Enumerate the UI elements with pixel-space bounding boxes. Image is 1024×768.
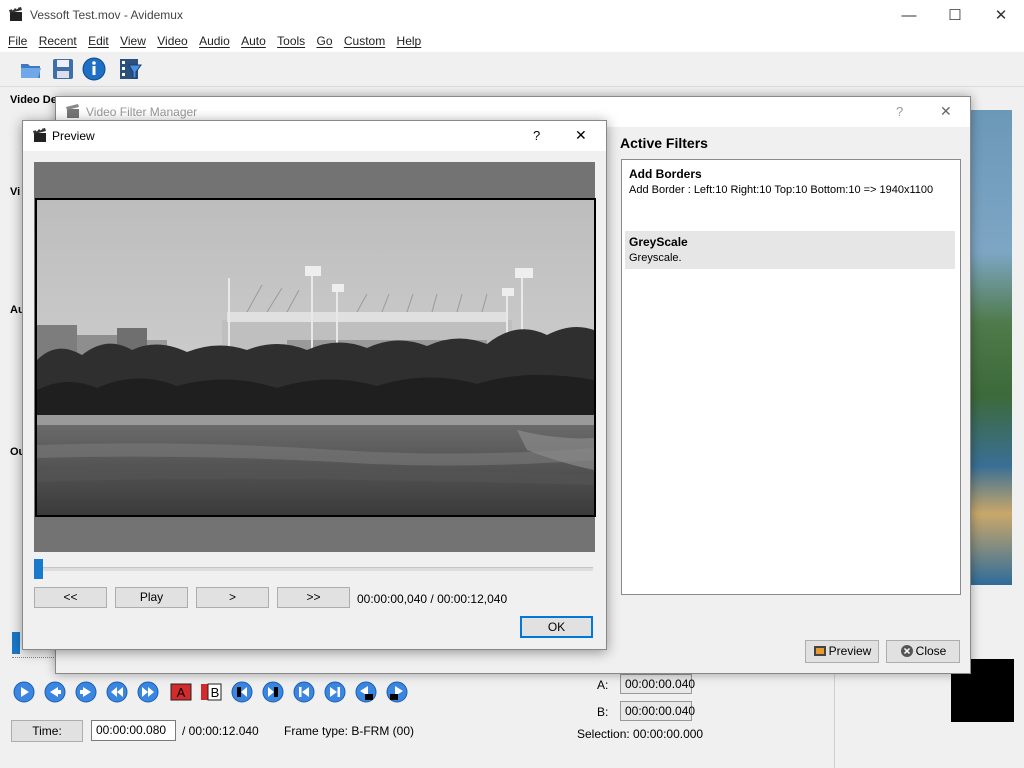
window-title: Vessoft Test.mov - Avidemux (30, 8, 183, 22)
vfm-close-button[interactable]: Close (886, 640, 960, 663)
go-to-marker-a-icon[interactable] (231, 681, 253, 703)
vfm-help-button[interactable]: ? (896, 104, 903, 119)
play-icon[interactable] (13, 681, 35, 703)
preview-title: Preview (52, 129, 95, 143)
preview-ok-button[interactable]: OK (520, 616, 593, 638)
preview-help-button[interactable]: ? (533, 128, 540, 143)
preview-rewind-button[interactable]: << (34, 587, 107, 608)
preview-play-button[interactable]: Play (115, 587, 188, 608)
panel-divider (834, 672, 835, 768)
frame-type: Frame type: B-FRM (00) (284, 724, 415, 738)
menu-auto[interactable]: Auto (237, 31, 270, 52)
preview-time-readout: 00:00:00,040 / 00:00:12,040 (357, 592, 508, 606)
clapperboard-icon (9, 7, 22, 21)
filter-item-add-borders[interactable]: Add Borders Add Border : Left:10 Right:1… (625, 163, 955, 200)
video-filters-icon[interactable] (117, 56, 143, 82)
marker-b-label: B: (597, 705, 609, 719)
menu-go[interactable]: Go (313, 31, 337, 52)
vfm-close-icon[interactable]: ✕ (940, 103, 952, 120)
previous-black-frame-icon[interactable] (355, 681, 377, 703)
go-to-end-icon[interactable] (324, 681, 346, 703)
filter-description: Greyscale. (629, 252, 682, 264)
menu-file[interactable]: File (4, 31, 31, 52)
video-decoder-label: Video De (10, 94, 57, 106)
video-preview-area (34, 162, 596, 552)
time-input[interactable]: 00:00:00.080 (91, 720, 176, 741)
preview-close-icon[interactable]: ✕ (575, 127, 587, 144)
preview-titlebar: Preview ? ✕ (23, 121, 606, 151)
slider-ticks (12, 657, 54, 660)
vfm-title: Video Filter Manager (86, 105, 198, 119)
svg-text:A: A (177, 685, 186, 700)
menu-tools[interactable]: Tools (273, 31, 309, 52)
video-section-label: Vi (10, 186, 21, 198)
next-frame-icon[interactable] (75, 681, 97, 703)
time-button[interactable]: Time: (11, 720, 83, 742)
menu-recent[interactable]: Recent (35, 31, 81, 52)
preview-seek-handle[interactable] (34, 559, 43, 579)
vfm-preview-label: Preview (828, 644, 872, 658)
filter-item-greyscale[interactable]: GreyScale Greyscale. (625, 231, 955, 269)
close-window-button[interactable]: ✕ (978, 0, 1024, 31)
menu-custom[interactable]: Custom (340, 31, 389, 52)
filter-description: Add Border : Left:10 Right:10 Top:10 Bot… (629, 184, 934, 196)
clapperboard-icon (33, 128, 46, 142)
next-keyframe-icon[interactable] (137, 681, 159, 703)
preview-seek-track[interactable] (37, 567, 593, 571)
open-folder-icon[interactable] (18, 56, 44, 82)
preview-film-icon (813, 646, 826, 656)
go-to-marker-b-icon[interactable] (262, 681, 284, 703)
set-marker-a-icon[interactable]: A (170, 683, 192, 701)
marker-a-label: A: (597, 678, 609, 692)
selection-duration: Selection: 00:00:00.000 (577, 727, 704, 741)
menu-video[interactable]: Video (153, 31, 191, 52)
previous-keyframe-icon[interactable] (106, 681, 128, 703)
close-circle-icon (900, 645, 913, 657)
menu-bar: File Recent Edit View Video Audio Auto T… (0, 31, 1024, 52)
marker-a-value: 00:00:00.040 (620, 674, 695, 694)
vfm-close-label: Close (915, 644, 947, 658)
save-icon[interactable] (50, 56, 76, 82)
minimize-button[interactable]: — (886, 0, 932, 31)
vfm-preview-button[interactable]: Preview (805, 640, 879, 663)
info-icon[interactable] (81, 56, 107, 82)
active-filters-list[interactable]: Add Borders Add Border : Left:10 Right:1… (621, 159, 961, 595)
preview-video-frame (35, 198, 596, 517)
go-to-start-icon[interactable] (293, 681, 315, 703)
svg-text:B: B (211, 685, 220, 700)
menu-help[interactable]: Help (393, 31, 426, 52)
preview-next-frame-button[interactable]: > (196, 587, 269, 608)
active-filters-heading: Active Filters (620, 135, 708, 151)
main-slider-handle[interactable] (12, 632, 20, 654)
previous-frame-icon[interactable] (44, 681, 66, 703)
toolbar (0, 52, 1024, 87)
filter-name: GreyScale (629, 235, 688, 249)
main-titlebar: Vessoft Test.mov - Avidemux — ☐ ✕ (0, 0, 1024, 31)
main-video-preview (969, 110, 1012, 585)
maximize-button[interactable]: ☐ (932, 0, 978, 31)
set-marker-b-icon[interactable]: B (200, 683, 222, 701)
marker-b-value: 00:00:00.040 (620, 701, 695, 721)
preview-dialog: Preview ? ✕ << Play > >> 00:00:00,040 / … (22, 120, 607, 650)
menu-edit[interactable]: Edit (84, 31, 113, 52)
clapperboard-icon (66, 104, 79, 118)
preview-forward-button[interactable]: >> (277, 587, 350, 608)
menu-audio[interactable]: Audio (195, 31, 234, 52)
stadium-river-image (37, 200, 594, 515)
filter-name: Add Borders (629, 167, 702, 181)
total-duration: / 00:00:12.040 (182, 724, 259, 738)
menu-view[interactable]: View (116, 31, 150, 52)
next-black-frame-icon[interactable] (386, 681, 408, 703)
